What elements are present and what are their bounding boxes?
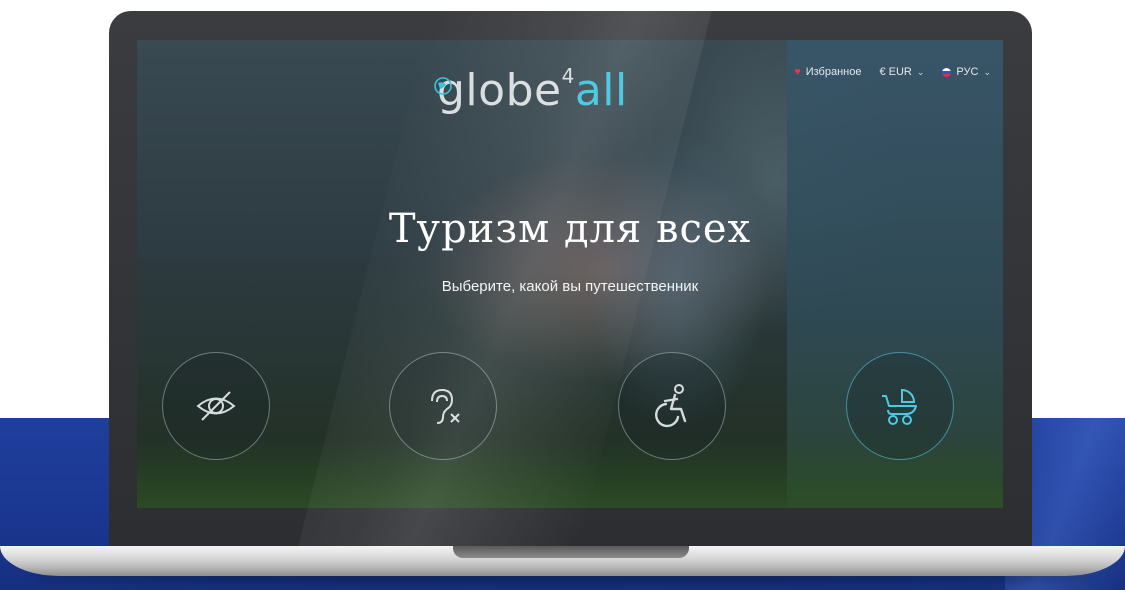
currency-selector[interactable]: € EUR ⌄	[879, 66, 924, 78]
language-selector[interactable]: РУС ⌄	[942, 66, 991, 78]
hero-subtitle: Выберите, какой вы путешественник	[441, 278, 699, 295]
favorites-link[interactable]: ♥ Избранное	[794, 66, 861, 78]
logo-superscript: 4	[561, 64, 575, 88]
heart-icon: ♥	[794, 66, 801, 78]
family-with-stroller-button[interactable]	[846, 352, 954, 460]
wheelchair-icon	[655, 384, 687, 428]
logo-suffix: all	[574, 65, 628, 116]
visually-impaired-button[interactable]	[162, 352, 270, 460]
russian-flag-icon	[942, 67, 952, 77]
globe-icon	[434, 77, 452, 95]
laptop-notch	[453, 546, 689, 558]
top-nav: ♥ Избранное € EUR ⌄ РУС ⌄	[794, 66, 991, 78]
wheelchair-user-button[interactable]	[618, 352, 726, 460]
chevron-down-icon: ⌄	[916, 66, 925, 77]
laptop-screen: globe4all ♥ Избранное € EUR ⌄ РУС ⌄ Тури…	[137, 40, 1003, 508]
hero-title: Туризм для всех	[388, 206, 752, 252]
eye-crossed-icon	[196, 391, 236, 421]
site-logo[interactable]: globe4all	[434, 64, 628, 116]
favorites-label: Избранное	[805, 66, 862, 78]
currency-label: € EUR	[879, 66, 912, 78]
logo-text: globe	[437, 65, 562, 116]
language-label: РУС	[956, 66, 979, 78]
stroller-icon	[882, 388, 917, 425]
hearing-impaired-button[interactable]	[389, 352, 497, 460]
ear-crossed-icon	[431, 388, 460, 424]
chevron-down-icon: ⌄	[983, 66, 991, 77]
